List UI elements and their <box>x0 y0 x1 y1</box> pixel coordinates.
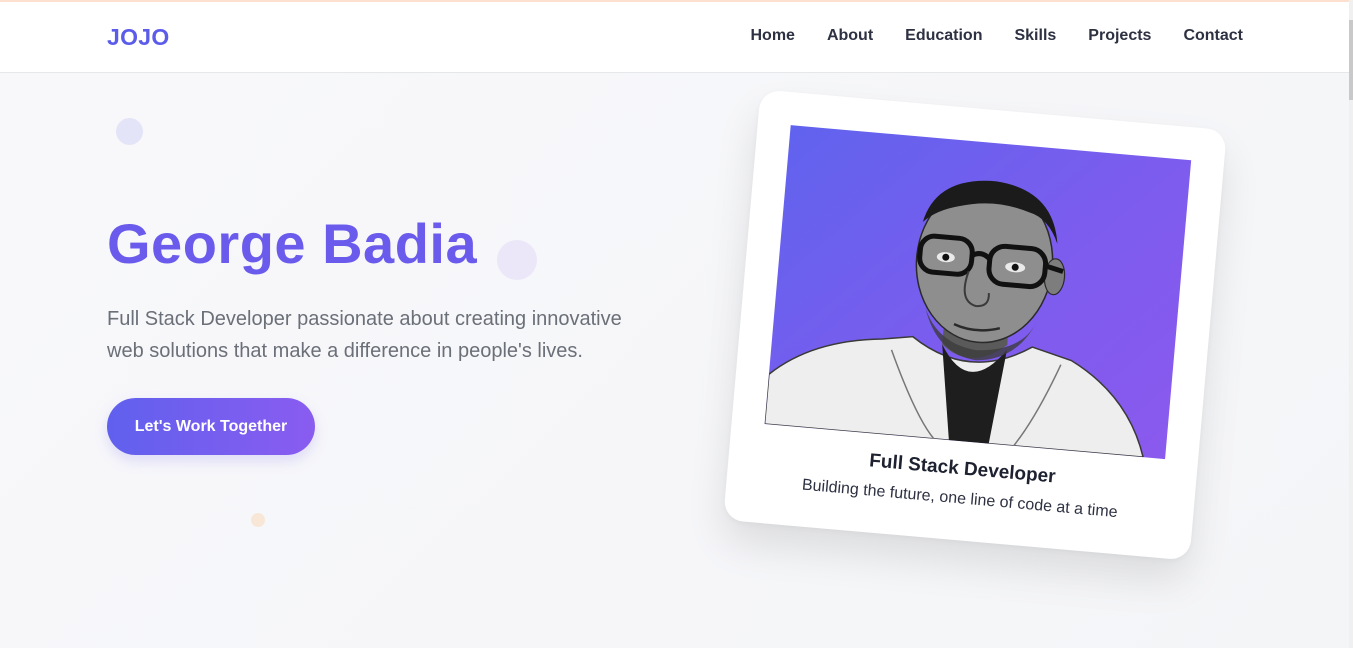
nav-education[interactable]: Education <box>905 27 982 45</box>
profile-card: Full Stack Developer Building the future… <box>723 89 1227 561</box>
nav-contact[interactable]: Contact <box>1183 27 1243 45</box>
hero-name: George Badia <box>107 212 478 275</box>
decorative-bubble <box>497 240 537 280</box>
portrait-illustration <box>764 180 1145 458</box>
decorative-bubble <box>116 118 143 145</box>
profile-photo <box>764 125 1192 460</box>
hero-section: George Badia Full Stack Developer passio… <box>0 74 1349 648</box>
scrollbar-thumb[interactable] <box>1349 20 1353 100</box>
nav-links: Home About Education Skills Projects Con… <box>750 27 1243 45</box>
page-scrollbar[interactable] <box>1349 0 1353 648</box>
cta-button[interactable]: Let's Work Together <box>107 398 315 455</box>
site-logo[interactable]: JOJO <box>107 24 170 51</box>
nav-skills[interactable]: Skills <box>1014 27 1056 45</box>
nav-projects[interactable]: Projects <box>1088 27 1151 45</box>
hero-description: Full Stack Developer passionate about cr… <box>107 308 622 362</box>
navbar: JOJO Home About Education Skills Project… <box>0 2 1349 73</box>
nav-about[interactable]: About <box>827 27 873 45</box>
nav-home[interactable]: Home <box>750 27 794 45</box>
decorative-bubble <box>251 513 265 527</box>
